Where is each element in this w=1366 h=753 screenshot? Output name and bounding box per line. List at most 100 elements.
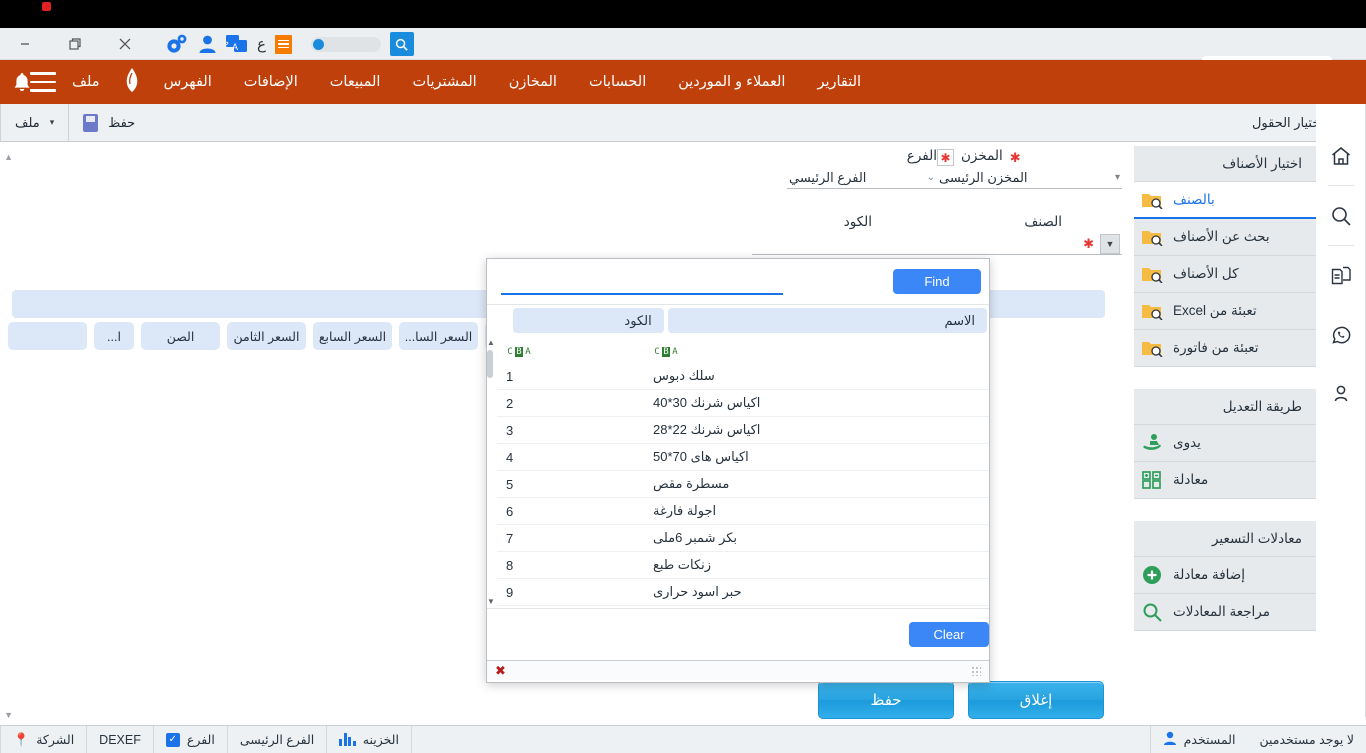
toggle-pill[interactable] — [311, 37, 381, 52]
content-scroll-up-arrow[interactable]: ▲ — [4, 152, 13, 162]
notification-bell-icon[interactable] — [10, 70, 34, 99]
search-icon[interactable] — [1316, 186, 1366, 245]
item-input[interactable]: ✱ ▼ — [872, 233, 1122, 255]
nav-item-addons[interactable]: الإضافات — [228, 74, 314, 90]
orange-list-icon[interactable] — [275, 35, 292, 54]
hand-manual-icon — [1141, 433, 1163, 453]
minimize-window-button[interactable] — [0, 28, 50, 60]
search-input[interactable] — [501, 269, 783, 295]
gear-icon[interactable] — [165, 32, 189, 56]
table-row[interactable]: 3 اكياس شرنك 22*28 — [487, 417, 989, 444]
item-field[interactable]: الصنف ✱ ▼ — [872, 214, 1122, 255]
nav-item-index[interactable]: الفهرس — [148, 74, 228, 90]
status-user[interactable]: المستخدم — [1150, 726, 1248, 753]
app-logo-icon — [122, 67, 142, 98]
sidebar-item-label: تعبئة من Excel — [1173, 303, 1257, 319]
nav-item-sales[interactable]: المبيعات — [314, 74, 397, 90]
code-field[interactable]: الكود — [752, 214, 872, 255]
code-input[interactable] — [752, 233, 872, 255]
person-icon[interactable] — [1316, 364, 1366, 423]
column-header-code[interactable]: الكود — [513, 308, 664, 333]
ribbon-save-group[interactable]: حفظ — [68, 104, 149, 142]
close-icon[interactable]: ✖ — [495, 663, 506, 679]
table-row[interactable]: 9 حبر اسود حرارى — [487, 579, 989, 606]
price-col-hidden-0[interactable] — [8, 322, 87, 350]
resize-grip[interactable] — [971, 666, 981, 676]
store-value: المخزن الرئيسى — [939, 170, 1028, 186]
table-row[interactable]: 1 سلك دبوس — [487, 363, 989, 390]
ribbon-file-label: ملف — [15, 115, 40, 131]
whatsapp-icon[interactable] — [1316, 305, 1366, 364]
column-header-name[interactable]: الاسم — [668, 308, 987, 333]
restore-window-button[interactable] — [50, 28, 100, 60]
home-icon[interactable] — [1316, 126, 1366, 185]
close-button[interactable]: إغلاق — [968, 681, 1104, 719]
code-item-row: الكود الصنف ✱ ▼ — [738, 214, 1122, 255]
cell-name: اكياس شرنك 30*40 — [639, 395, 961, 411]
table-row[interactable]: 4 اكياس هاى 70*50 — [487, 444, 989, 471]
status-treasury[interactable]: الخزينه — [326, 726, 411, 753]
sidebar-item-formula[interactable]: معادلة — [1127, 462, 1316, 499]
sidebar-item-label: تعبئة من فاتورة — [1173, 340, 1259, 356]
branch-field[interactable]: الفرع الفرع الرئيسي ⌄ — [787, 148, 937, 189]
sidebar-item-add-formula[interactable]: إضافة معادلة — [1127, 557, 1316, 594]
sidebar-item-fill-from-invoice[interactable]: تعبئة من فاتورة — [1127, 330, 1316, 367]
status-company[interactable]: 📍 الشركة — [0, 726, 86, 753]
table-row[interactable]: 5 مسطرة مقص — [487, 471, 989, 498]
store-field[interactable]: ✱ المخزن ✱ المخزن الرئيسى ▾ — [937, 148, 1122, 189]
nav-item-purchases[interactable]: المشتريات — [396, 74, 492, 90]
price-col-sixth[interactable]: السعر السا... — [399, 322, 478, 350]
nav-item-file[interactable]: ملف — [56, 74, 116, 90]
close-window-button[interactable] — [100, 28, 150, 60]
checkbox-checked-icon[interactable]: ✓ — [166, 733, 180, 747]
table-row[interactable]: 6 اجولة فارغة — [487, 498, 989, 525]
dialog-status-bar: ✖ — [487, 660, 989, 680]
table-row[interactable]: 8 زنكات طبع — [487, 552, 989, 579]
user-icon[interactable] — [198, 34, 217, 54]
table-row[interactable]: 2 اكياس شرنك 30*40 — [487, 390, 989, 417]
sidebar-item-all-items[interactable]: كل الأصناف — [1127, 256, 1316, 293]
cell-code: 7 — [487, 531, 639, 546]
cell-code: 6 — [487, 504, 639, 519]
nav-item-reports[interactable]: التقارير — [801, 74, 877, 90]
search-icon[interactable] — [390, 32, 414, 56]
required-star: ✱ — [1083, 236, 1094, 252]
clear-button[interactable]: Clear — [909, 622, 989, 647]
find-button[interactable]: Find — [893, 269, 981, 294]
price-col-seventh[interactable]: السعر السابع — [313, 322, 392, 350]
sidebar-item-fill-from-excel[interactable]: تعبئة من Excel — [1127, 293, 1316, 330]
sidebar-item-manual[interactable]: يدوى — [1127, 425, 1316, 462]
scroll-down-arrow[interactable]: ▼ — [487, 597, 495, 606]
cell-name: زنكات طبع — [639, 557, 961, 573]
store-input[interactable]: المخزن الرئيسى ▾ — [937, 167, 1122, 189]
scroll-up-arrow[interactable]: ▲ — [487, 338, 495, 347]
nav-item-customers-suppliers[interactable]: العملاء و الموردين — [662, 74, 801, 90]
nav-item-accounts[interactable]: الحسابات — [573, 74, 662, 90]
ribbon-file-group[interactable]: ملف ▾ — [0, 104, 68, 142]
sidebar-item-by-item[interactable]: بالصنف — [1127, 182, 1316, 219]
filter-abc-icon: ABC — [506, 347, 532, 357]
save-button[interactable]: حفظ — [818, 681, 954, 719]
branch-input[interactable]: الفرع الرئيسي ⌄ — [787, 167, 937, 189]
form-action-buttons: حفظ إغلاق — [818, 681, 1104, 719]
scrollbar-thumb[interactable] — [487, 350, 493, 378]
price-col-eighth[interactable]: السعر الثامن — [227, 322, 306, 350]
required-star: ✱ — [1010, 150, 1021, 166]
filter-cell-name[interactable]: ABC — [639, 342, 961, 357]
price-col-hidden-1[interactable]: ا... — [94, 322, 134, 350]
table-row[interactable]: 7 بكر شمبر 6ملى — [487, 525, 989, 552]
nav-item-stores[interactable]: المخازن — [493, 74, 573, 90]
documents-icon[interactable] — [1316, 246, 1366, 305]
cell-name: اجولة فارغة — [639, 503, 961, 519]
item-dropdown-button[interactable]: ▼ — [1100, 234, 1120, 254]
filter-cell-code[interactable]: ABC — [487, 342, 639, 357]
sidebar-gap — [1127, 499, 1316, 521]
status-branch[interactable]: ✓ الفرع — [153, 726, 227, 753]
folder-search-icon — [1141, 191, 1163, 209]
sidebar-item-review-formulas[interactable]: مراجعة المعادلات — [1127, 594, 1316, 631]
content-scroll-down-arrow[interactable]: ▼ — [4, 710, 13, 720]
epsilon-icon[interactable]: ع — [257, 35, 266, 53]
translate-icon[interactable]: ض A — [226, 34, 248, 54]
price-col-item[interactable]: الصن — [141, 322, 220, 350]
sidebar-item-search-items[interactable]: بحث عن الأصناف — [1127, 219, 1316, 256]
